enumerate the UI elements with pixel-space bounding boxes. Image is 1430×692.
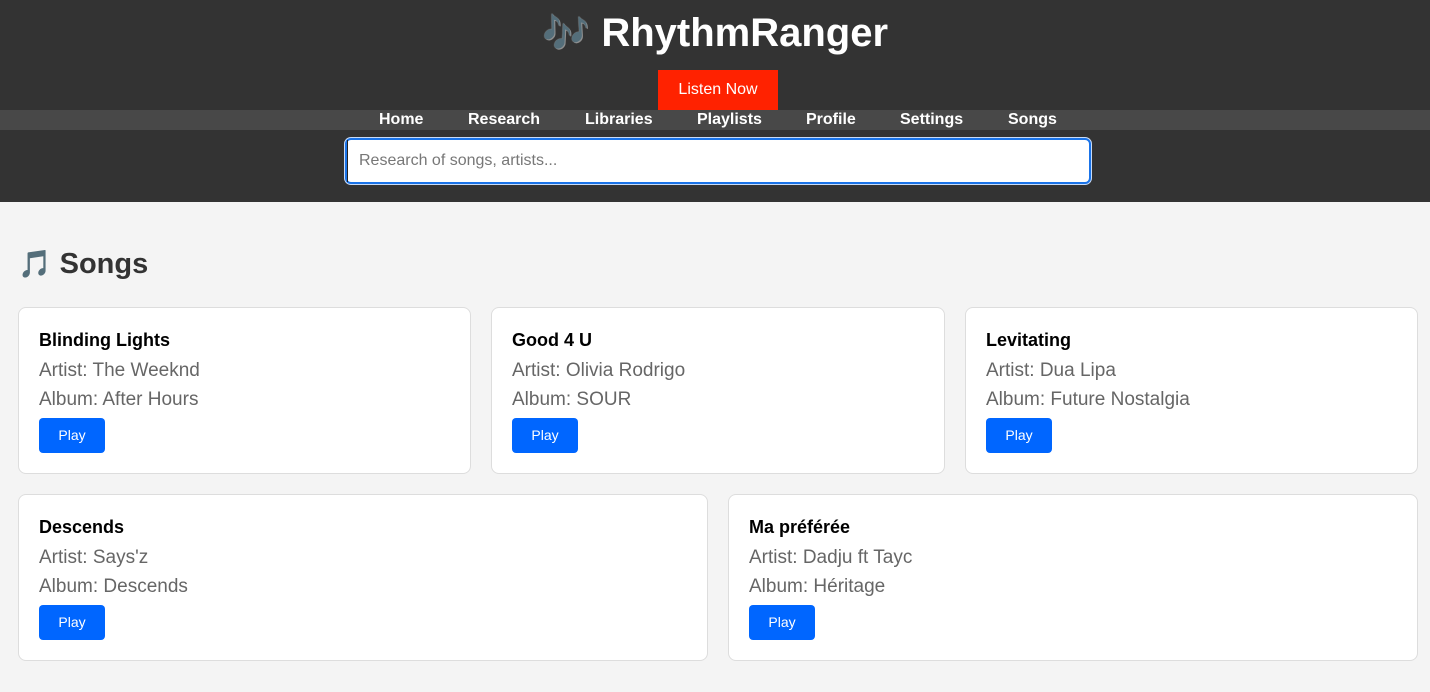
nav-item-libraries[interactable]: Libraries [585,110,653,130]
nav-item-playlists[interactable]: Playlists [697,110,762,130]
song-album: Album: Descends [39,576,188,597]
song-artist: Artist: Says'z [39,547,149,568]
song-card: Descends Artist: Says'z Album: Descends … [18,494,708,661]
search-input[interactable] [347,140,1089,182]
song-artist: Artist: Dadju ft Tayc [749,547,913,568]
song-artist: Artist: The Weeknd [39,360,200,381]
song-album: Album: Future Nostalgia [986,389,1190,410]
song-album: Album: After Hours [39,389,199,410]
listen-now-button[interactable]: Listen Now [658,70,778,110]
songs-heading: 🎵 Songs [18,244,148,284]
song-card: Ma préférée Artist: Dadju ft Tayc Album:… [728,494,1418,661]
play-button[interactable]: Play [749,605,815,640]
song-artist: Artist: Dua Lipa [986,360,1116,381]
song-album: Album: Héritage [749,576,886,597]
song-title: Good 4 U [512,330,592,350]
song-title: Blinding Lights [39,330,170,350]
main-nav: Home Research Libraries Playlists Profil… [0,110,1430,130]
song-card: Levitating Artist: Dua Lipa Album: Futur… [965,307,1418,474]
nav-item-home[interactable]: Home [379,110,423,130]
song-title: Ma préférée [749,517,851,537]
play-button[interactable]: Play [512,418,578,453]
music-notes-icon: 🎶 [541,13,590,55]
song-album: Album: SOUR [512,389,632,410]
search-box [345,138,1091,184]
app-title: RhythmRanger [601,11,889,55]
song-card: Blinding Lights Artist: The Weeknd Album… [18,307,471,474]
play-button[interactable]: Play [39,418,105,453]
section-title: Songs [59,248,149,280]
site-header: 🎶 RhythmRanger Listen Now Home Research L… [0,0,1430,202]
nav-item-research[interactable]: Research [468,110,540,130]
nav-item-songs[interactable]: Songs [1008,110,1057,130]
song-card: Good 4 U Artist: Olivia Rodrigo Album: S… [491,307,945,474]
play-button[interactable]: Play [39,605,105,640]
app-logo[interactable]: 🎶 RhythmRanger [0,8,1430,59]
nav-item-settings[interactable]: Settings [900,110,963,130]
music-note-icon: 🎵 [18,249,52,279]
song-title: Levitating [986,330,1072,350]
song-title: Descends [39,517,125,537]
song-artist: Artist: Olivia Rodrigo [512,360,686,381]
play-button[interactable]: Play [986,418,1052,453]
nav-item-profile[interactable]: Profile [806,110,856,130]
